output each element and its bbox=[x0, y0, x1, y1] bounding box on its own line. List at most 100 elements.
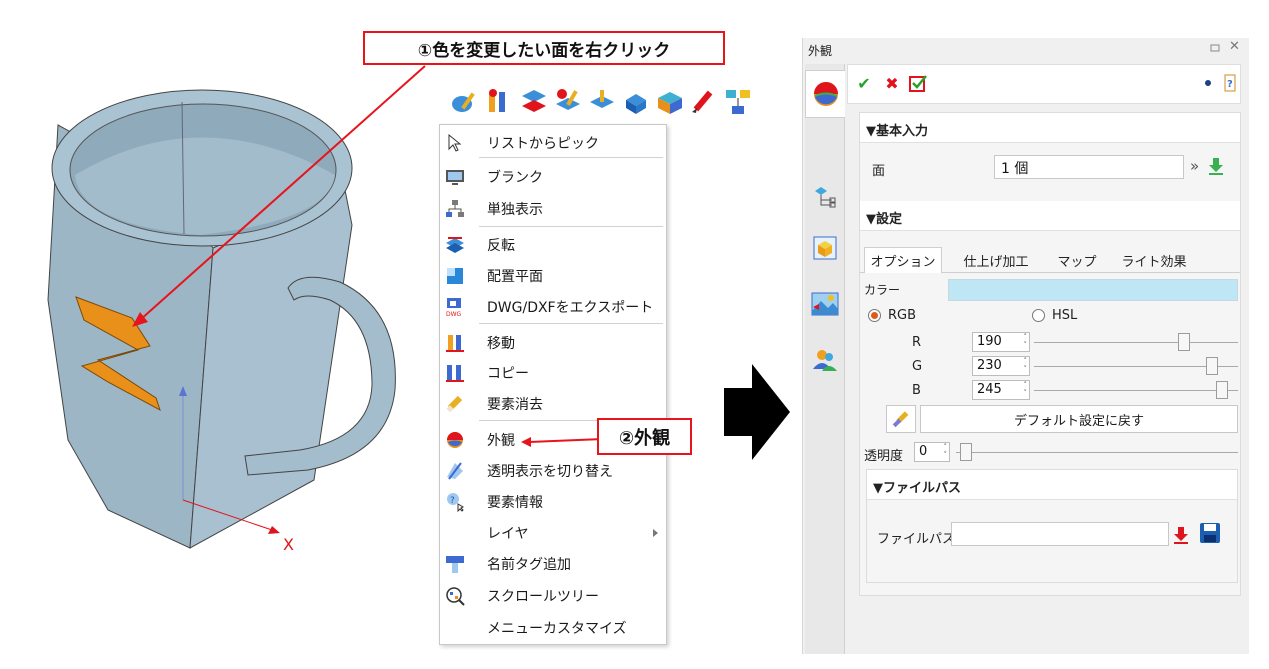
menu-item-flip[interactable]: 反転 bbox=[440, 230, 666, 260]
cancel-x-icon[interactable]: ✖ bbox=[882, 73, 902, 93]
spinner-arrows-icon[interactable]: ˄ ˅ bbox=[1024, 357, 1028, 373]
b-label: B bbox=[912, 383, 921, 398]
menu-item-delete-element[interactable]: 要素消去 bbox=[440, 389, 666, 419]
menu-label: 要素消去 bbox=[487, 397, 543, 413]
menu-label: 移動 bbox=[487, 336, 515, 352]
g-slider-thumb[interactable] bbox=[1206, 357, 1218, 375]
transparency-value: 0 bbox=[919, 444, 928, 459]
transparency-slider-track[interactable] bbox=[956, 452, 1238, 453]
menu-item-scroll-tree[interactable]: スクロールツリー bbox=[440, 581, 666, 611]
b-slider-track[interactable] bbox=[1034, 390, 1238, 391]
menu-separator bbox=[479, 323, 663, 324]
spinner-arrows-icon[interactable]: ˄ ˅ bbox=[944, 443, 948, 459]
svg-text:DWG: DWG bbox=[446, 311, 462, 317]
menu-item-copy[interactable]: コピー bbox=[440, 358, 666, 388]
menu-label: ブランク bbox=[487, 170, 543, 186]
svg-text:?: ? bbox=[1227, 79, 1233, 90]
face-icon[interactable] bbox=[586, 86, 618, 118]
menu-item-placement-plane[interactable]: 配置平面 bbox=[440, 261, 666, 291]
side-tab-view[interactable] bbox=[805, 224, 845, 272]
menu-item-blank[interactable]: ブランク bbox=[440, 162, 666, 192]
hsl-label: HSL bbox=[1052, 308, 1078, 323]
menu-item-add-name-tag[interactable]: 名前タグ追加 bbox=[440, 549, 666, 579]
transparency-label: 透明度 bbox=[864, 449, 904, 464]
side-tab-appearance[interactable] bbox=[805, 70, 845, 118]
spinner-arrows-icon[interactable]: ˄ ˅ bbox=[1024, 333, 1028, 349]
info-dot-icon[interactable] bbox=[1198, 73, 1218, 93]
close-icon[interactable]: ✕ bbox=[1229, 40, 1241, 53]
tab-finishing[interactable]: 仕上げ加工 bbox=[956, 247, 1036, 273]
r-slider-thumb[interactable] bbox=[1178, 333, 1190, 351]
transparency-spinner[interactable]: 0 ˄ ˅ bbox=[914, 442, 950, 462]
menu-label: スクロールツリー bbox=[487, 589, 599, 605]
download-red-icon[interactable] bbox=[1173, 526, 1189, 544]
menu-item-export-dwg-dxf[interactable]: DWG DWG/DXFをエクスポート bbox=[440, 292, 666, 322]
assembly-tree-icon bbox=[815, 187, 836, 208]
move-icon bbox=[446, 335, 464, 352]
de-move-icon[interactable] bbox=[484, 86, 516, 118]
color-swatch[interactable] bbox=[948, 279, 1238, 301]
svg-text:?: ? bbox=[450, 496, 455, 506]
pen-edit-icon[interactable] bbox=[688, 86, 720, 118]
ok-check-icon[interactable]: ✔ bbox=[854, 73, 874, 93]
menu-item-toggle-transparency[interactable]: 透明表示を切り替え bbox=[440, 456, 666, 486]
mug-3d-viewport[interactable] bbox=[0, 0, 440, 640]
reset-default-button[interactable]: デフォルト設定に戻す bbox=[920, 405, 1238, 433]
face-selection-field[interactable]: 1 個 bbox=[994, 155, 1184, 179]
menu-item-element-info[interactable]: ? 要素情報 bbox=[440, 487, 666, 517]
menu-label: 要素情報 bbox=[487, 495, 543, 511]
menu-label: DWG/DXFをエクスポート bbox=[487, 300, 654, 316]
file-path-input[interactable] bbox=[951, 522, 1169, 546]
rgb-radio[interactable] bbox=[868, 309, 881, 322]
section-settings-header[interactable]: ▼設定 bbox=[860, 201, 1240, 231]
tab-map[interactable]: マップ bbox=[1050, 247, 1104, 273]
action-bar: ✔ ✖ ? bbox=[847, 64, 1241, 104]
menu-item-customize-menu[interactable]: メニューカスタマイズ bbox=[440, 613, 666, 643]
r-slider-track[interactable] bbox=[1034, 342, 1238, 343]
b-value-spinner[interactable]: 245 ˄ ˅ bbox=[972, 380, 1030, 400]
section-file-path-header[interactable]: ▼ファイルパス bbox=[867, 470, 1237, 500]
section-basic-input-header[interactable]: ▼基本入力 bbox=[860, 113, 1240, 143]
restore-icon[interactable] bbox=[1209, 42, 1221, 54]
apply-check-icon[interactable] bbox=[908, 73, 928, 93]
b-slider-thumb[interactable] bbox=[1216, 381, 1228, 399]
solid-face-icon[interactable] bbox=[620, 86, 652, 118]
side-tab-user[interactable] bbox=[805, 336, 845, 384]
menu-item-isolate[interactable]: 単独表示 bbox=[440, 194, 666, 224]
options-frame: ▼基本入力 面 1 個 » ▼設定 オプション 仕上げ加工 マップ ライト効果 … bbox=[859, 112, 1241, 596]
appearance-sphere-icon bbox=[813, 82, 838, 106]
menu-item-move[interactable]: 移動 bbox=[440, 328, 666, 358]
transparency-slider-thumb[interactable] bbox=[960, 443, 972, 461]
structure-icon[interactable] bbox=[722, 86, 754, 118]
side-tab-assembly[interactable] bbox=[805, 172, 845, 220]
menu-item-layer[interactable]: レイヤ bbox=[440, 518, 666, 548]
shaded-box-icon[interactable] bbox=[654, 86, 686, 118]
context-menu: リストからピック ブランク 単独表示 反転 配置平面 DWG DWG/DXFをエ… bbox=[439, 124, 667, 645]
green-down-arrow-icon[interactable] bbox=[1208, 157, 1224, 175]
g-value-spinner[interactable]: 230 ˄ ˅ bbox=[972, 356, 1030, 376]
r-value-spinner[interactable]: 190 ˄ ˅ bbox=[972, 332, 1030, 352]
face-label: 面 bbox=[872, 164, 886, 179]
hierarchy-icon bbox=[446, 200, 464, 217]
tab-options[interactable]: オプション bbox=[864, 247, 942, 273]
tab-light-effect[interactable]: ライト効果 bbox=[1114, 247, 1194, 273]
menu-item-pick-from-list[interactable]: リストからピック bbox=[440, 128, 666, 158]
eyedropper-icon bbox=[892, 411, 909, 428]
menu-label: 外観 bbox=[487, 433, 515, 449]
chevron-double-down-icon[interactable]: » bbox=[1190, 157, 1199, 175]
step2-callout: ②外観 bbox=[597, 418, 692, 455]
copy-icon bbox=[446, 365, 464, 382]
hsl-radio[interactable] bbox=[1032, 309, 1045, 322]
de-edit-icon[interactable] bbox=[552, 86, 584, 118]
side-tab-strip bbox=[805, 64, 845, 654]
save-disk-icon[interactable] bbox=[1199, 522, 1221, 544]
file-path-frame: ▼ファイルパス ファイルパス bbox=[866, 469, 1238, 583]
help-book-icon[interactable]: ? bbox=[1220, 73, 1240, 93]
flip-face-icon[interactable] bbox=[518, 86, 550, 118]
spinner-arrows-icon[interactable]: ˄ ˅ bbox=[1024, 381, 1028, 397]
axis-x-arrow bbox=[268, 526, 280, 534]
mini-toolbar bbox=[450, 84, 756, 120]
appearance-edit-icon[interactable] bbox=[450, 86, 482, 118]
eyedropper-button[interactable] bbox=[886, 405, 916, 433]
side-tab-image[interactable] bbox=[805, 280, 845, 328]
